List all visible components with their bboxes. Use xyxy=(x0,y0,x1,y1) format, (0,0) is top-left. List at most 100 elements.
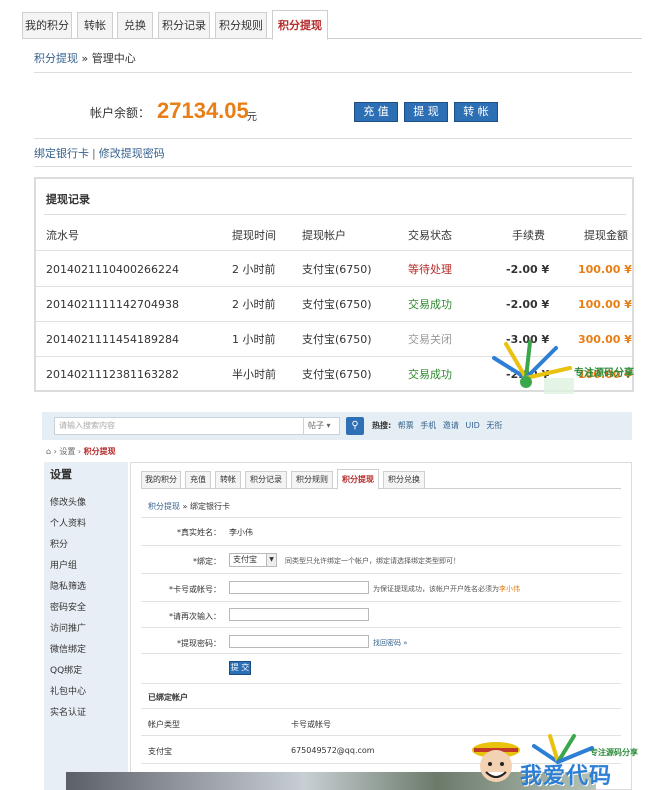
hot-search-item[interactable]: 邀请 xyxy=(443,421,459,430)
card-number-hint: 为保证提现成功，该帐户开户姓名必须为李小伟 xyxy=(373,585,520,593)
breadcrumb-link-withdraw[interactable]: 积分提现 xyxy=(148,502,180,511)
breadcrumb-separator: » xyxy=(182,502,188,511)
breadcrumb-settings[interactable]: 设置 xyxy=(59,447,75,456)
sidebar-item-usergroup[interactable]: 用户组 xyxy=(50,558,77,571)
sidebar-item-verify[interactable]: 实名认证 xyxy=(50,705,86,718)
withdraw-button[interactable]: 提 现 xyxy=(404,102,448,122)
search-bar: 请输入搜索内容 帖子 ▾ ⚲ 热搜: 帮票 手机 邀请 UID 无衔 xyxy=(42,412,632,440)
recharge-button[interactable]: 充 值 xyxy=(354,102,398,122)
tab-points-withdraw[interactable]: 积分提现 xyxy=(337,469,379,490)
sidebar-item-points[interactable]: 积分 xyxy=(50,537,68,550)
sidebar-item-wechat[interactable]: 微信绑定 xyxy=(50,642,86,655)
tab-exchange[interactable]: 兑换 xyxy=(117,12,153,39)
sidebar-item-profile[interactable]: 个人资料 xyxy=(50,516,86,529)
bind-type-select[interactable]: 支付宝 ▼ xyxy=(229,553,277,567)
submit-button[interactable]: 提 交 xyxy=(229,661,251,675)
hot-search-item[interactable]: 手机 xyxy=(420,421,436,430)
bind-bank-card-link[interactable]: 绑定银行卡 xyxy=(34,147,89,160)
tab-transfer[interactable]: 转帐 xyxy=(215,471,241,489)
search-icon: ⚲ xyxy=(351,420,359,431)
content-breadcrumb: 积分提现 » 绑定银行卡 xyxy=(148,501,230,512)
table-row: 2014021110400266224 2 小时前 支付宝(6750) 等待处理… xyxy=(36,252,632,287)
breadcrumb-current: 管理中心 xyxy=(91,52,136,65)
sidebar-item-gift[interactable]: 礼包中心 xyxy=(50,684,86,697)
change-withdraw-password-link[interactable]: 修改提现密码 xyxy=(99,147,165,160)
chevron-down-icon: ▾ xyxy=(326,421,331,430)
tab-recharge[interactable]: 充值 xyxy=(185,471,211,489)
withdraw-account: 支付宝(6750) xyxy=(302,368,372,381)
tab-points-rules[interactable]: 积分规则 xyxy=(291,471,333,489)
search-input[interactable]: 请输入搜索内容 xyxy=(54,417,304,435)
sidebar-item-privacy[interactable]: 隐私筛选 xyxy=(50,579,86,592)
fee: -2.00 ¥ xyxy=(506,263,550,276)
balance-value: 27134.05 xyxy=(157,98,249,123)
sidebar-item-qq[interactable]: QQ绑定 xyxy=(50,663,82,676)
bind-type-hint: 同类型只允许绑定一个帐户，绑定请选择绑定类型即可！ xyxy=(285,557,460,565)
find-password-link[interactable]: 找回密码 » xyxy=(373,638,408,648)
serial-number: 2014021112381163282 xyxy=(46,368,179,381)
column-fee: 手续费 xyxy=(512,229,545,242)
tab-points-rules[interactable]: 积分规则 xyxy=(215,12,267,39)
watermark-mascot-icon xyxy=(472,742,520,782)
hot-search-label: 热搜: xyxy=(372,421,392,430)
real-name-label: *真实姓名： xyxy=(177,528,221,537)
search-button[interactable]: ⚲ xyxy=(346,417,364,435)
tab-points-withdraw[interactable]: 积分提现 xyxy=(272,10,328,40)
bound-accounts-title: 已绑定帐户 xyxy=(148,693,188,702)
tab-points-record[interactable]: 积分记录 xyxy=(245,471,287,489)
table-row: 2014021111142704938 2 小时前 支付宝(6750) 交易成功… xyxy=(36,287,632,322)
card-number-label: *卡号或帐号： xyxy=(169,585,221,594)
home-icon[interactable]: ⌂ xyxy=(46,447,51,456)
watermark-subtext: 专注源码分享 xyxy=(590,748,638,757)
withdraw-account: 支付宝(6750) xyxy=(302,333,372,346)
column-account-number: 卡号或帐号 xyxy=(291,720,331,729)
bound-account-number: 675049572@qq.com xyxy=(291,746,375,755)
withdraw-password-input[interactable] xyxy=(229,635,369,648)
breadcrumb-current: 绑定银行卡 xyxy=(190,502,230,511)
watermark-title: 我爱代码 xyxy=(520,763,613,789)
withdraw-time: 2 小时前 xyxy=(232,298,276,311)
sidebar-item-avatar[interactable]: 修改头像 xyxy=(50,495,86,508)
withdraw-account: 支付宝(6750) xyxy=(302,298,372,311)
withdraw-management-panel: 我的积分 转帐 兑换 积分记录 积分规则 积分提现 积分提现 » 管理中心 帐户… xyxy=(0,0,662,400)
tab-points-exchange[interactable]: 积分兑换 xyxy=(383,471,425,489)
tab-my-points[interactable]: 我的积分 xyxy=(141,471,181,489)
serial-number: 2014021110400266224 xyxy=(46,263,179,276)
column-account: 提现帐户 xyxy=(302,229,346,242)
breadcrumb-separator: › xyxy=(53,447,57,456)
balance-label: 帐户余额： xyxy=(90,106,151,120)
breadcrumb-separator: › xyxy=(77,447,82,456)
withdraw-account: 支付宝(6750) xyxy=(302,263,372,276)
tab-my-points[interactable]: 我的积分 xyxy=(22,12,72,39)
search-type-select[interactable]: 帖子 ▾ xyxy=(304,417,340,435)
real-name-value: 李小伟 xyxy=(229,528,253,537)
table-header: 流水号 提现时间 提现帐户 交易状态 手续费 提现金额 xyxy=(36,221,632,251)
watermark-text: 专注源码分享 xyxy=(574,368,634,379)
sidebar-item-promotion[interactable]: 访问推广 xyxy=(50,621,86,634)
tab-points-record[interactable]: 积分记录 xyxy=(158,12,210,39)
column-serial: 流水号 xyxy=(46,229,79,242)
column-account-type: 帐户类型 xyxy=(148,720,180,729)
status-badge: 交易成功 xyxy=(408,298,452,311)
breadcrumb-link-withdraw[interactable]: 积分提现 xyxy=(34,52,78,65)
hot-search-item[interactable]: 无衔 xyxy=(486,421,502,430)
divider xyxy=(34,166,632,167)
divider xyxy=(34,72,632,73)
card-number-input[interactable] xyxy=(229,581,369,594)
sidebar-item-password[interactable]: 密码安全 xyxy=(50,600,86,613)
tab-transfer[interactable]: 转帐 xyxy=(77,12,113,39)
withdraw-password-label: *提现密码： xyxy=(177,639,221,648)
repeat-card-input[interactable] xyxy=(229,608,369,621)
hot-search-item[interactable]: UID xyxy=(465,421,479,430)
breadcrumb-separator: » xyxy=(81,52,89,65)
chevron-down-icon: ▼ xyxy=(266,554,276,566)
status-badge: 等待处理 xyxy=(408,263,452,276)
transfer-button[interactable]: 转 帐 xyxy=(454,102,498,122)
hot-search-item[interactable]: 帮票 xyxy=(398,421,414,430)
withdraw-record-title: 提现记录 xyxy=(46,193,90,206)
breadcrumb-current: 积分提现 xyxy=(83,447,116,456)
top-tab-bar: 我的积分 转帐 兑换 积分记录 积分规则 积分提现 xyxy=(22,10,642,40)
watermark-logo-icon xyxy=(492,340,574,394)
status-badge: 交易关闭 xyxy=(408,333,452,346)
column-amount: 提现金额 xyxy=(584,229,628,242)
